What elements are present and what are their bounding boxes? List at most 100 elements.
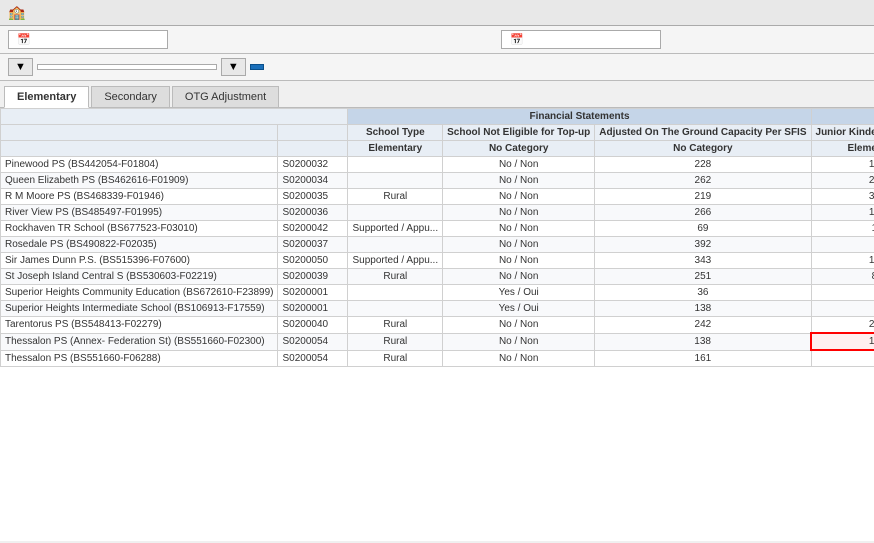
table-cell: 1 bbox=[811, 221, 874, 237]
table-cell: Rural bbox=[348, 317, 443, 334]
table-row: Pinewood PS (BS442054-F01804)S0200032No … bbox=[1, 157, 874, 173]
table-cell: 219 bbox=[595, 189, 811, 205]
table-cell: 18 bbox=[811, 333, 874, 350]
table-cell: 266 bbox=[595, 205, 811, 221]
table-cell: St Joseph Island Central S (BS530603-F02… bbox=[1, 269, 278, 285]
table-cell bbox=[348, 301, 443, 317]
table-cell: Yes / Oui bbox=[443, 285, 595, 301]
table-cell: S0200050 bbox=[278, 253, 348, 269]
tab-elementary[interactable]: Elementary bbox=[4, 86, 89, 108]
table-cell: Rural bbox=[348, 269, 443, 285]
go-button[interactable] bbox=[250, 64, 264, 70]
th-eligible: School Not Eligible for Top-up bbox=[443, 125, 595, 141]
main-content: Financial Statements October Enrolment F… bbox=[0, 108, 874, 541]
table-row: River View PS (BS485497-F01995)S0200036 N… bbox=[1, 205, 874, 221]
table-cell: 25 bbox=[811, 317, 874, 334]
table-cell: Rural bbox=[348, 189, 443, 205]
table-row: Thessalon PS (BS551660-F06288)S0200054Ru… bbox=[1, 350, 874, 366]
table-cell: Rosedale PS (BS490822-F02035) bbox=[1, 237, 278, 253]
table-cell: S0200042 bbox=[278, 221, 348, 237]
table-cell: 32 bbox=[811, 189, 874, 205]
sub-code bbox=[278, 141, 348, 157]
table-cell: 36 bbox=[595, 285, 811, 301]
table-cell: No / Non bbox=[443, 317, 595, 334]
table-cell bbox=[348, 237, 443, 253]
year-label: 📅 bbox=[501, 30, 661, 49]
table-cell bbox=[811, 237, 874, 253]
col-header-october: October Enrolment bbox=[811, 109, 874, 125]
table-cell: Superior Heights Community Education (BS… bbox=[1, 285, 278, 301]
year-section: 📅 bbox=[297, 30, 866, 49]
table-cell bbox=[348, 157, 443, 173]
th-jk: Junior Kindergarten (JK) bbox=[811, 125, 874, 141]
board-dropdown-btn[interactable]: ▼ bbox=[8, 58, 33, 76]
table-cell: Thessalon PS (Annex- Federation St) (BS5… bbox=[1, 333, 278, 350]
sub-eligible: No Category bbox=[443, 141, 595, 157]
table-row: Superior Heights Intermediate School (BS… bbox=[1, 301, 874, 317]
th-capacity: Adjusted On The Ground Capacity Per SFIS bbox=[595, 125, 811, 141]
table-cell: S0200001 bbox=[278, 285, 348, 301]
table-row: Superior Heights Community Education (BS… bbox=[1, 285, 874, 301]
table-cell: Superior Heights Intermediate School (BS… bbox=[1, 301, 278, 317]
table-cell: Rural bbox=[348, 350, 443, 366]
table-cell: R M Moore PS (BS468339-F01946) bbox=[1, 189, 278, 205]
sub-name bbox=[1, 141, 278, 157]
table-cell: Queen Elizabeth PS (BS462616-F01909) bbox=[1, 173, 278, 189]
table-row: Queen Elizabeth PS (BS462616-F01909)S020… bbox=[1, 173, 874, 189]
table-cell: S0200036 bbox=[278, 205, 348, 221]
table-cell bbox=[348, 205, 443, 221]
table-cell: S0200035 bbox=[278, 189, 348, 205]
table-row: Tarentorus PS (BS548413-F02279)S0200040R… bbox=[1, 317, 874, 334]
table-cell: 10 bbox=[811, 253, 874, 269]
table-cell bbox=[811, 285, 874, 301]
period-label: 📅 bbox=[8, 30, 168, 49]
title-bar: 🏫 bbox=[0, 0, 874, 26]
col-header-name bbox=[1, 109, 348, 125]
table-cell: 69 bbox=[595, 221, 811, 237]
table-row: Sir James Dunn P.S. (BS515396-F07600)S02… bbox=[1, 253, 874, 269]
table-cell: 8 bbox=[811, 269, 874, 285]
toolbar: 📅 📅 bbox=[0, 26, 874, 54]
table-cell: 138 bbox=[595, 301, 811, 317]
board-version-label bbox=[37, 64, 217, 70]
cal-icon: 📅 bbox=[510, 33, 524, 46]
tab-secondary[interactable]: Secondary bbox=[91, 86, 170, 107]
table-cell: Sir James Dunn P.S. (BS515396-F07600) bbox=[1, 253, 278, 269]
period-section: 📅 bbox=[8, 30, 293, 49]
table-row: R M Moore PS (BS468339-F01946)S0200035Ru… bbox=[1, 189, 874, 205]
table-cell bbox=[348, 173, 443, 189]
table-cell: No / Non bbox=[443, 350, 595, 366]
table-cell: 23 bbox=[811, 173, 874, 189]
tab-otg[interactable]: OTG Adjustment bbox=[172, 86, 279, 107]
table-cell: Tarentorus PS (BS548413-F02279) bbox=[1, 317, 278, 334]
tabs-container: Elementary Secondary OTG Adjustment bbox=[0, 81, 874, 108]
table-cell: No / Non bbox=[443, 205, 595, 221]
sub-jk: Elementary bbox=[811, 141, 874, 157]
table-cell: 13 bbox=[811, 157, 874, 173]
th-schooltype: School Type bbox=[348, 125, 443, 141]
table-cell: S0200037 bbox=[278, 237, 348, 253]
table-cell: S0200039 bbox=[278, 269, 348, 285]
table-cell: No / Non bbox=[443, 221, 595, 237]
table-cell: 343 bbox=[595, 253, 811, 269]
table-cell: No / Non bbox=[443, 269, 595, 285]
toolbar-row2: ▼ ▼ bbox=[0, 54, 874, 81]
table-cell: No / Non bbox=[443, 189, 595, 205]
table-body: Pinewood PS (BS442054-F01804)S0200032No … bbox=[1, 157, 874, 367]
enrolment-table: Financial Statements October Enrolment F… bbox=[0, 108, 874, 367]
table-cell: 392 bbox=[595, 237, 811, 253]
table-cell bbox=[348, 285, 443, 301]
table-cell: No / Non bbox=[443, 333, 595, 350]
table-cell: Yes / Oui bbox=[443, 301, 595, 317]
table-cell: 262 bbox=[595, 173, 811, 189]
table-cell: 138 bbox=[595, 333, 811, 350]
table-cell: No / Non bbox=[443, 253, 595, 269]
table-cell: Rockhaven TR School (BS677523-F03010) bbox=[1, 221, 278, 237]
table-cell: No / Non bbox=[443, 157, 595, 173]
table-cell: S0200032 bbox=[278, 157, 348, 173]
table-cell: Supported / Appu... bbox=[348, 221, 443, 237]
board-section: ▼ ▼ bbox=[8, 58, 866, 76]
table-cell: S0200001 bbox=[278, 301, 348, 317]
table-cell: River View PS (BS485497-F01995) bbox=[1, 205, 278, 221]
board-arrow-btn[interactable]: ▼ bbox=[221, 58, 246, 76]
